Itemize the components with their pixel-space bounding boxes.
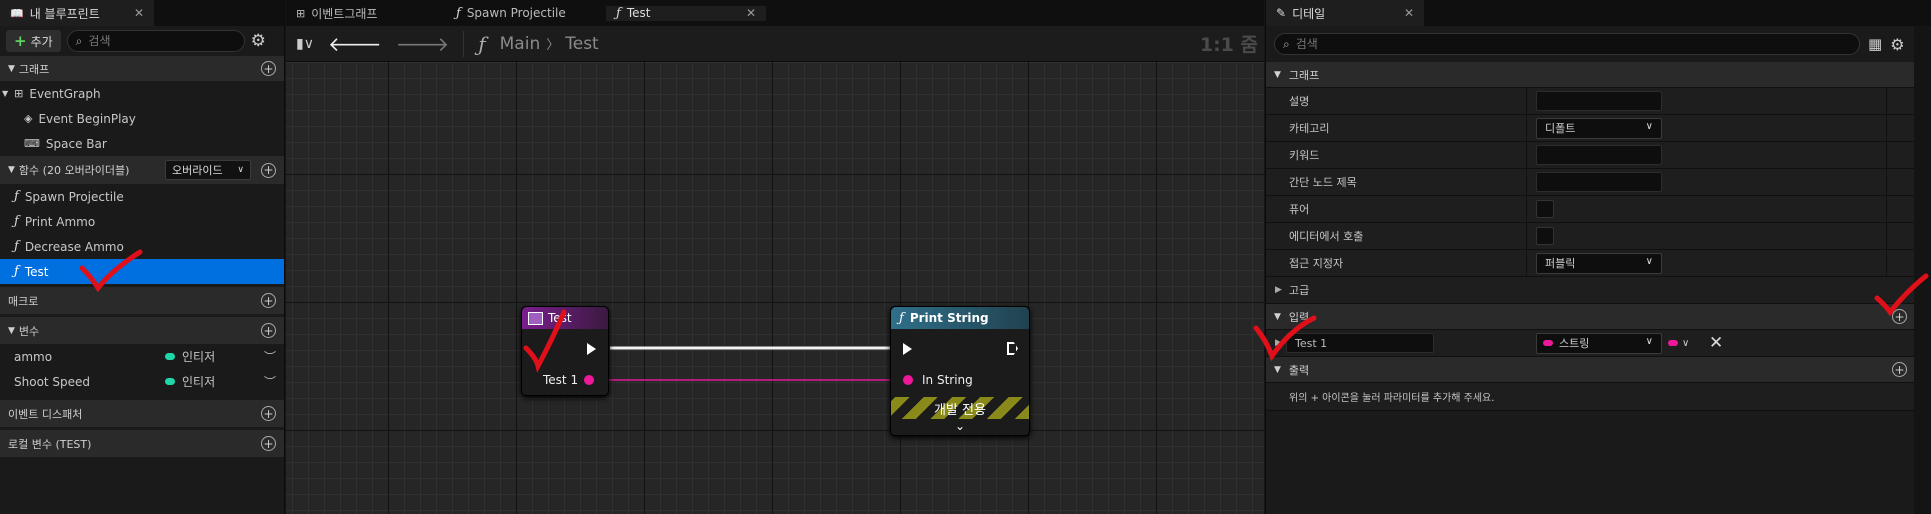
check-mark-annotation <box>523 309 567 373</box>
check-mark-annotation <box>79 249 143 293</box>
check-mark-annotation <box>1253 315 1317 362</box>
annotation-overlay <box>79 249 1929 373</box>
check-mark-annotation <box>1874 273 1929 317</box>
